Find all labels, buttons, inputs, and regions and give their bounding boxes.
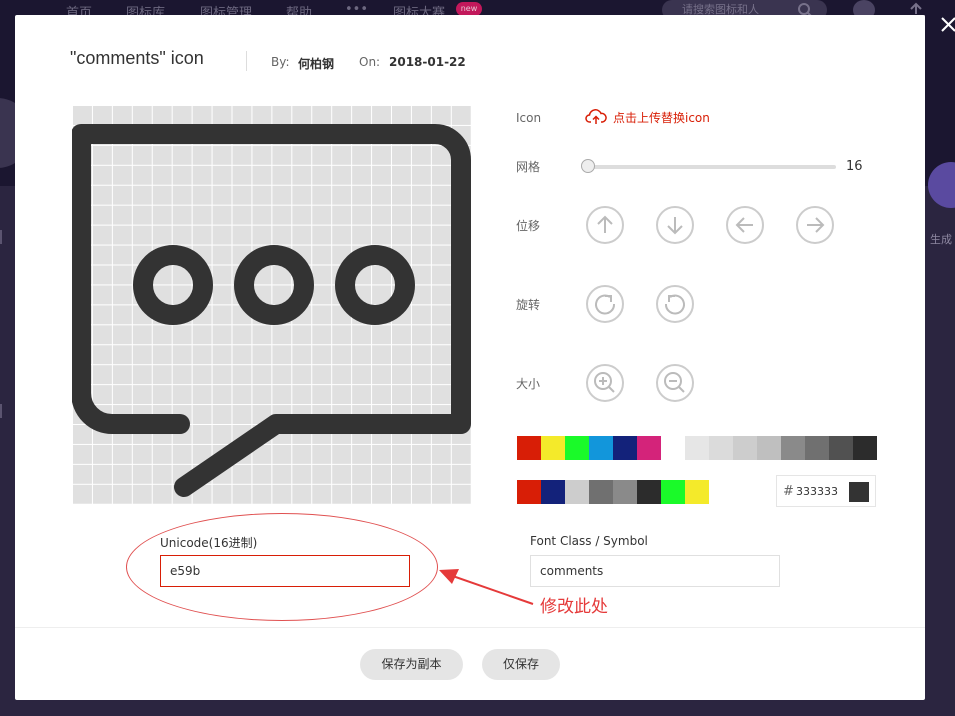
zoom-out-icon bbox=[664, 372, 685, 393]
color-swatch[interactable] bbox=[637, 480, 661, 504]
arrow-right-icon bbox=[807, 217, 825, 233]
color-swatch[interactable] bbox=[661, 436, 685, 460]
rotate-ccw-icon bbox=[664, 294, 685, 315]
move-left-button[interactable] bbox=[726, 206, 764, 244]
color-swatch[interactable] bbox=[661, 480, 685, 504]
grid-slider-thumb[interactable] bbox=[581, 159, 595, 173]
close-icon[interactable] bbox=[938, 14, 955, 36]
rotate-cw-icon bbox=[595, 294, 616, 315]
size-label: 大小 bbox=[516, 377, 541, 391]
icon-grid-preview bbox=[72, 105, 471, 504]
bg-side-text: 生成 bbox=[930, 233, 952, 246]
upload-replace-link[interactable]: 点击上传替换icon bbox=[585, 108, 710, 126]
color-swatch[interactable] bbox=[613, 480, 637, 504]
color-swatch[interactable] bbox=[685, 436, 709, 460]
fontclass-label: Font Class / Symbol bbox=[530, 534, 648, 548]
dialog-title: "comments" icon bbox=[70, 48, 204, 68]
move-right-button[interactable] bbox=[796, 206, 834, 244]
fontclass-input[interactable]: comments bbox=[530, 555, 780, 587]
upload-label: 点击上传替换icon bbox=[613, 110, 710, 125]
color-swatch[interactable] bbox=[613, 436, 637, 460]
color-palette-primary bbox=[517, 436, 877, 460]
color-hex-input[interactable]: # 333333 bbox=[776, 475, 876, 507]
icon-label: Icon bbox=[516, 111, 542, 125]
color-hex-value: 333333 bbox=[796, 485, 838, 498]
bg-left-mark bbox=[0, 230, 2, 244]
color-swatch[interactable] bbox=[853, 436, 877, 460]
grid-value: 16 bbox=[846, 159, 863, 174]
color-swatch[interactable] bbox=[733, 436, 757, 460]
upload-cloud-icon bbox=[585, 109, 607, 124]
title-divider bbox=[246, 51, 247, 71]
color-swatch[interactable] bbox=[685, 480, 709, 504]
color-hash: # bbox=[783, 484, 794, 499]
rotate-label: 旋转 bbox=[516, 298, 541, 312]
rotate-counterclockwise-button[interactable] bbox=[656, 285, 694, 323]
move-up-button[interactable] bbox=[586, 206, 624, 244]
color-swatch[interactable] bbox=[517, 436, 541, 460]
unicode-input[interactable]: e59b bbox=[160, 555, 410, 587]
color-swatch[interactable] bbox=[565, 436, 589, 460]
color-swatch[interactable] bbox=[637, 436, 661, 460]
color-swatch[interactable] bbox=[589, 480, 613, 504]
save-as-copy-button[interactable]: 保存为副本 bbox=[360, 649, 463, 680]
color-preview bbox=[849, 482, 869, 502]
color-swatch[interactable] bbox=[829, 436, 853, 460]
date-value: 2018-01-22 bbox=[389, 55, 466, 69]
grid-label: 网格 bbox=[516, 160, 541, 174]
zoom-out-button[interactable] bbox=[656, 364, 694, 402]
unicode-label: Unicode(16进制) bbox=[160, 536, 258, 550]
color-palette-recent bbox=[517, 480, 709, 504]
bg-left-mark bbox=[0, 404, 2, 418]
color-swatch[interactable] bbox=[517, 480, 541, 504]
move-label: 位移 bbox=[516, 219, 541, 233]
arrow-down-icon bbox=[667, 217, 683, 235]
color-swatch[interactable] bbox=[541, 480, 565, 504]
zoom-in-icon bbox=[594, 372, 615, 393]
author-name: 何柏钢 bbox=[298, 57, 335, 71]
color-swatch[interactable] bbox=[565, 480, 589, 504]
save-only-button[interactable]: 仅保存 bbox=[482, 649, 560, 680]
footer-divider bbox=[15, 627, 925, 628]
bg-new-badge: new bbox=[456, 2, 482, 16]
color-swatch[interactable] bbox=[781, 436, 805, 460]
zoom-in-button[interactable] bbox=[586, 364, 624, 402]
arrow-left-icon bbox=[735, 217, 753, 233]
date-label: On: bbox=[359, 55, 381, 69]
grid-slider-track[interactable] bbox=[587, 165, 836, 169]
icon-edit-dialog: "comments" icon By: 何柏钢 On: 2018-01-22 I… bbox=[15, 15, 925, 700]
color-swatch[interactable] bbox=[709, 436, 733, 460]
annotation-arrow-icon bbox=[439, 569, 534, 605]
comments-icon bbox=[72, 124, 471, 497]
rotate-clockwise-button[interactable] bbox=[586, 285, 624, 323]
author-label: By: bbox=[271, 55, 290, 69]
color-swatch[interactable] bbox=[589, 436, 613, 460]
arrow-up-icon bbox=[597, 215, 613, 233]
move-down-button[interactable] bbox=[656, 206, 694, 244]
color-swatch[interactable] bbox=[541, 436, 565, 460]
color-swatch[interactable] bbox=[805, 436, 829, 460]
annotation-text: 修改此处 bbox=[540, 597, 608, 617]
color-swatch[interactable] bbox=[757, 436, 781, 460]
